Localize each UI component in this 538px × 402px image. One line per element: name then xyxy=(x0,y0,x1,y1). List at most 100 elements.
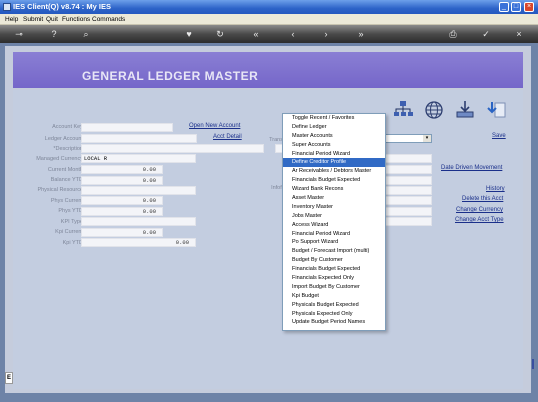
history-link[interactable]: History xyxy=(486,186,505,192)
heart-icon[interactable]: ♥ xyxy=(183,28,195,40)
dropdown-item[interactable]: Ar Receivables / Debtors Master xyxy=(283,167,385,176)
globe-icon[interactable] xyxy=(423,99,445,121)
current-month-field: 0.00 xyxy=(81,165,163,174)
dropdown-item[interactable]: Financial Period Wizard xyxy=(283,150,385,159)
label-phys-ytd: Phys YTD xyxy=(58,208,83,214)
label-kpi-type: KPI Type xyxy=(60,219,83,225)
save-link[interactable]: Save xyxy=(492,133,506,139)
kpi-ytd-field: 0.00 xyxy=(81,238,196,247)
download-tray-icon[interactable] xyxy=(454,99,476,121)
account-key-field[interactable] xyxy=(81,123,173,132)
change-acct-type-link[interactable]: Change Acct Type xyxy=(455,217,504,223)
dropdown-item[interactable]: Financials Budget Expected xyxy=(283,176,385,185)
maximize-button[interactable]: □ xyxy=(511,2,521,12)
menu-commands[interactable]: Commands xyxy=(92,16,125,23)
change-currency-link[interactable]: Change Currency xyxy=(456,207,503,213)
dropdown-item[interactable]: Update Budget Period Names xyxy=(283,318,385,327)
search-icon[interactable]: ⌕ xyxy=(80,28,92,40)
dropdown-item[interactable]: Master Accounts xyxy=(283,132,385,141)
forward-icon[interactable]: › xyxy=(320,28,332,40)
menu-submit[interactable]: Submit xyxy=(23,16,43,23)
label-managed-currency: Managed Currency xyxy=(36,156,83,162)
phys-current-field: 0.00 xyxy=(81,196,163,205)
title-bar: IES Client(Q) v8.74 : My IES _ □ × xyxy=(0,0,538,14)
dropdown-item[interactable]: Super Accounts xyxy=(283,141,385,150)
org-chart-icon[interactable] xyxy=(392,99,414,121)
dropdown-item[interactable]: Wizard Bank Recons xyxy=(283,185,385,194)
close-icon[interactable]: × xyxy=(513,28,525,40)
label-phys-current: Phys Current xyxy=(50,198,83,204)
dropdown-item[interactable]: Budget / Forecast Import (multi) xyxy=(283,247,385,256)
key-icon[interactable]: ⊸ xyxy=(8,28,30,40)
import-icon[interactable] xyxy=(486,99,508,121)
description-field[interactable] xyxy=(81,144,264,153)
workspace: GENERAL LEDGER MASTER Account Key Ledger… xyxy=(5,46,534,393)
functions-dropdown-list[interactable]: Toggle Recent / Favorites Define Ledger Ma… xyxy=(282,113,386,331)
label-infofield: Infofi xyxy=(271,185,283,191)
balance-ytd-field: 0.00 xyxy=(81,176,163,185)
dropdown-item[interactable]: Define Ledger xyxy=(283,123,385,132)
right-field-7[interactable] xyxy=(381,217,432,226)
minimize-button[interactable]: _ xyxy=(499,2,509,12)
dropdown-item[interactable]: Financials Expected Only xyxy=(283,274,385,283)
back-icon[interactable]: ‹ xyxy=(287,28,299,40)
dropdown-item[interactable]: Kpi Budget xyxy=(283,292,385,301)
trans-select[interactable]: ▾ xyxy=(381,134,432,143)
right-field-5[interactable] xyxy=(381,196,432,205)
close-window-button[interactable]: × xyxy=(524,2,534,12)
dropdown-item[interactable]: Access Wizard xyxy=(283,221,385,230)
app-icon xyxy=(3,3,11,11)
label-physical-resource: Physical Resource xyxy=(37,187,83,193)
side-e-button[interactable]: E xyxy=(5,372,13,384)
right-field-3[interactable] xyxy=(381,176,432,185)
label-kpi-ytd: Kpi YTD xyxy=(62,240,83,246)
right-field-6[interactable] xyxy=(381,207,432,216)
print-icon[interactable]: ⎙ xyxy=(447,28,459,40)
label-kpi-current: Kpi Current xyxy=(55,229,83,235)
dropdown-item[interactable]: Jobs Master xyxy=(283,212,385,221)
rewind-icon[interactable]: « xyxy=(250,28,262,40)
ledger-account-field[interactable] xyxy=(81,134,197,143)
date-driven-movement-link[interactable]: Date Driven Movement xyxy=(441,165,502,171)
physical-resource-field[interactable] xyxy=(81,186,196,195)
right-field-4[interactable] xyxy=(381,186,432,195)
menu-bar: Help Submit Quit Functions Commands xyxy=(0,14,538,25)
menu-functions[interactable]: Functions xyxy=(62,16,90,23)
managed-currency-field[interactable]: LOCAL R xyxy=(81,154,196,163)
scroll-indicator xyxy=(532,359,534,369)
open-new-account-link[interactable]: Open New Account xyxy=(189,123,240,129)
dropdown-item[interactable]: Import Budget By Customer xyxy=(283,283,385,292)
kpi-type-field[interactable] xyxy=(81,217,196,226)
label-current-month: Current Month xyxy=(47,167,83,173)
right-field-1[interactable] xyxy=(381,154,432,163)
toolbar: ⊸ ? ⌕ ♥ ↻ « ‹ › » ⎙ ✓ × xyxy=(0,25,538,43)
check-icon[interactable]: ✓ xyxy=(480,28,492,40)
page-title: GENERAL LEDGER MASTER xyxy=(82,69,259,83)
delete-acct-link[interactable]: Delete this Acct xyxy=(462,196,503,202)
label-balance-ytd: Balance YTD xyxy=(50,177,83,183)
phys-ytd-field: 0.00 xyxy=(81,207,163,216)
form-panel: Account Key Ledger Account *Description … xyxy=(13,90,523,389)
page-banner: GENERAL LEDGER MASTER xyxy=(13,52,523,88)
dropdown-item[interactable]: Define Creditor Profile xyxy=(283,158,385,168)
dropdown-item[interactable]: Physicals Expected Only xyxy=(283,310,385,319)
refresh-icon[interactable]: ↻ xyxy=(214,28,226,40)
dropdown-item[interactable]: Budget By Customer xyxy=(283,256,385,265)
label-description: *Description xyxy=(53,146,83,152)
fast-forward-icon[interactable]: » xyxy=(355,28,367,40)
dropdown-item[interactable]: Po Support Wizard xyxy=(283,238,385,247)
dropdown-item[interactable]: Physicals Budget Expected xyxy=(283,301,385,310)
right-field-2[interactable] xyxy=(381,165,432,174)
dropdown-item[interactable]: Financials Budget Expected xyxy=(283,265,385,274)
help-icon[interactable]: ? xyxy=(48,28,60,40)
dropdown-item[interactable]: Toggle Recent / Favorites xyxy=(283,114,385,123)
chevron-down-icon: ▾ xyxy=(423,135,431,142)
dropdown-item[interactable]: Asset Master xyxy=(283,194,385,203)
menu-quit[interactable]: Quit xyxy=(46,16,58,23)
kpi-current-field: 0.00 xyxy=(81,228,163,237)
label-account-key: Account Key xyxy=(52,124,83,130)
dropdown-item[interactable]: Inventory Master xyxy=(283,203,385,212)
dropdown-item[interactable]: Financial Period Wizard xyxy=(283,230,385,239)
label-trans: Trans xyxy=(269,137,283,143)
menu-help[interactable]: Help xyxy=(5,16,18,23)
